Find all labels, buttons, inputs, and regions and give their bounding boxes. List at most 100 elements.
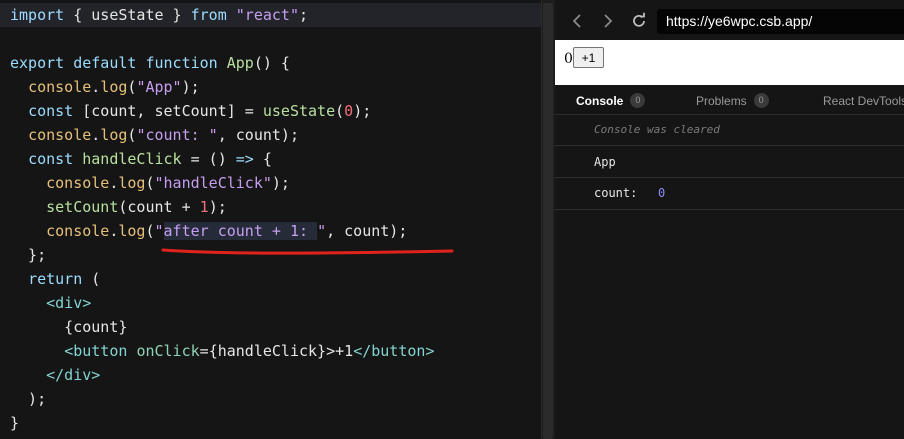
code-token: </button> [353,342,435,360]
chevron-right-icon[interactable] [597,11,617,31]
console-cleared-row: Console was cleared [555,115,904,145]
code-line[interactable]: setCount(count + 1); [10,195,227,219]
console-log-text: count: [594,186,645,200]
code-token: " [154,222,164,240]
code-token: const [28,102,74,120]
code-token: , count); [217,126,299,144]
code-token: useState [262,102,336,120]
code-token: handleClick [82,150,182,168]
code-line[interactable]: <div> [10,291,91,315]
code-token: }; [10,246,47,264]
editor-scrollbar-thumb[interactable] [543,3,553,439]
reload-icon[interactable] [629,11,649,31]
code-token: } [10,414,20,432]
tab-console-label: Console [576,93,624,108]
devtools-tab-bar: Console 0 Problems 0 React DevTools [555,85,904,115]
console-count-badge: 0 [630,93,646,109]
code-line[interactable]: <button onClick={handleClick}>+1</button… [10,339,434,363]
problems-count-badge: 0 [753,93,769,109]
code-token: useState [91,6,164,24]
console-log-entry: count: 0 [555,178,904,210]
code-token: ); [10,390,47,408]
code-line[interactable]: }; [10,243,46,267]
code-token: [count, setCount] = [73,102,263,120]
console-panel: Console was cleared App count: 0 [555,115,904,439]
code-token: " [317,222,327,240]
code-token: log [100,126,128,144]
console-log-entry: App [555,145,904,178]
code-token: ( [335,102,345,120]
code-token: ( [145,174,155,192]
code-token: ( [82,270,101,288]
code-token: ); [208,198,227,216]
code-line[interactable]: </div> [10,363,100,387]
code-token: "App" [136,78,182,96]
code-token: >+1 [326,342,354,360]
code-token: from [190,6,227,24]
code-token: App [226,54,254,72]
code-token: {count} [10,318,128,336]
code-line[interactable]: return ( [10,267,100,291]
chevron-left-icon[interactable] [568,11,588,31]
browser-preview-pane: https://ye6wpc.csb.app/ 0 +1 Console 0 Pr… [555,0,904,439]
tab-problems[interactable]: Problems 0 [696,93,769,109]
code-token: import [10,6,65,24]
tab-react-devtools-label: React DevTools [823,93,904,108]
console-log-text: App [594,155,616,169]
code-token: </div> [46,366,101,384]
code-token: setCount [46,198,119,216]
code-token: 0 [344,102,354,120]
code-token: { [64,6,92,24]
code-token: 1 [199,198,209,216]
code-editor[interactable]: import { useState } from "react"; export … [0,0,541,439]
code-token: log [100,78,128,96]
tab-react-devtools[interactable]: React DevTools [823,93,904,109]
code-token: log [118,174,146,192]
code-line[interactable]: const [count, setCount] = useState(0); [10,99,371,123]
code-token: default [73,54,137,72]
code-token: export [10,54,65,72]
code-token: ); [181,78,200,96]
code-token: onClick [136,342,200,360]
code-token: () { [253,54,290,72]
code-token: => [235,150,254,168]
code-token: . [91,126,101,144]
browser-toolbar: https://ye6wpc.csb.app/ [555,0,904,40]
code-token: console [46,222,110,240]
app-preview: 0 +1 [555,40,904,85]
code-line[interactable]: {count} [10,315,127,339]
tab-console[interactable]: Console 0 [576,93,646,109]
code-token: const [28,150,74,168]
code-token: <div> [46,294,92,312]
code-token: "handleClick" [154,174,272,192]
url-bar[interactable]: https://ye6wpc.csb.app/ [657,9,904,34]
code-token: {handleClick} [208,342,327,360]
code-line[interactable]: } [10,411,19,435]
code-token: = () [181,150,236,168]
code-token: , count); [326,222,408,240]
code-token: } [163,6,191,24]
code-line[interactable]: export default function App() { [10,51,290,75]
code-line[interactable]: console.log("count: ", count); [10,123,299,147]
code-token: console [28,78,92,96]
code-token: return [28,270,83,288]
code-line[interactable]: console.log("handleClick"); [10,171,290,195]
increment-button[interactable]: +1 [573,47,604,68]
code-token: console [28,126,92,144]
code-line[interactable]: ); [10,387,46,411]
code-token: <button [64,342,128,360]
code-line[interactable]: import { useState } from "react"; [0,3,541,27]
code-token: ( [145,222,155,240]
code-line[interactable]: const handleClick = () => { [10,147,272,171]
code-line[interactable]: console.log("App"); [10,75,200,99]
code-token: function [145,54,218,72]
